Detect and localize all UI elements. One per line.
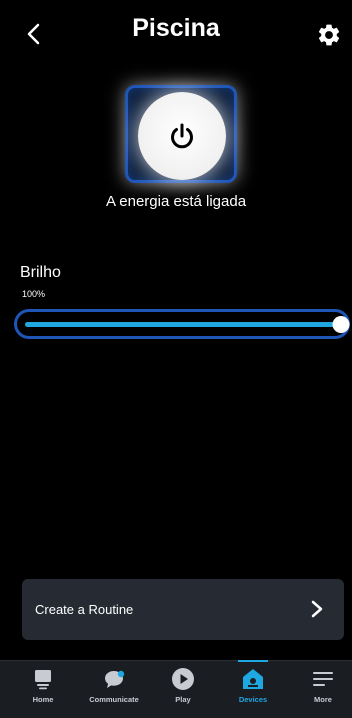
header: Piscina xyxy=(0,0,352,62)
tab-more[interactable]: More xyxy=(288,661,352,718)
bottom-tab-bar: Home Communicate Play Devices More xyxy=(0,660,352,718)
home-icon xyxy=(35,670,51,690)
tab-label: Communicate xyxy=(89,695,139,704)
chevron-right-icon xyxy=(311,600,323,618)
create-routine-button[interactable]: Create a Routine xyxy=(22,579,344,640)
brightness-label: Brilho xyxy=(20,264,61,281)
tab-label: Home xyxy=(32,695,54,704)
active-tab-indicator xyxy=(238,660,268,662)
brightness-slider[interactable] xyxy=(14,309,350,339)
slider-thumb[interactable] xyxy=(332,316,350,333)
tab-devices[interactable]: Devices xyxy=(218,661,288,718)
power-icon xyxy=(171,123,193,149)
settings-button[interactable] xyxy=(316,22,342,48)
tab-label: Play xyxy=(175,695,191,704)
tab-label: More xyxy=(314,695,332,704)
chat-bubble-icon xyxy=(105,670,125,688)
power-status-text: A energia está ligada xyxy=(105,193,247,210)
tab-home[interactable]: Home xyxy=(8,661,78,718)
gear-icon xyxy=(318,24,340,46)
tab-label: Devices xyxy=(238,695,268,704)
menu-icon xyxy=(313,672,333,686)
tab-play[interactable]: Play xyxy=(148,661,218,718)
slider-track xyxy=(25,316,350,333)
routine-label: Create a Routine xyxy=(35,602,134,617)
devices-icon xyxy=(243,669,263,689)
power-button[interactable] xyxy=(138,92,226,180)
tab-communicate[interactable]: Communicate xyxy=(79,661,149,718)
brightness-value: 100% xyxy=(22,289,46,299)
slider-fill xyxy=(25,322,341,327)
play-icon xyxy=(172,668,194,690)
page-title: Piscina xyxy=(132,14,220,42)
